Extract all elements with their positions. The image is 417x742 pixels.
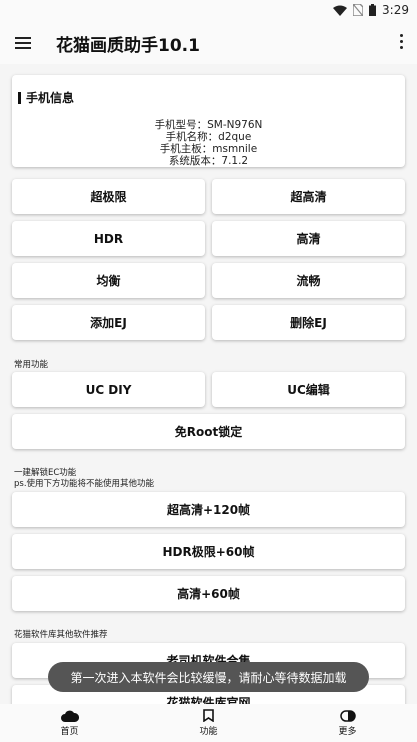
system-version: 系统版本：7.1.2 <box>168 155 249 167</box>
delete-ej-button[interactable]: 删除EJ <box>212 305 405 340</box>
hdr-button[interactable]: HDR <box>12 221 205 256</box>
ultra-extreme-button[interactable]: 超极限 <box>12 179 205 214</box>
no-sim-icon <box>353 4 364 16</box>
main-content[interactable]: 手机信息 手机型号：SM-N976N 手机名称：d2que 手机主板：msmni… <box>0 64 417 704</box>
ec-label-line2: ps.使用下方功能将不能使用其他功能 <box>14 479 155 489</box>
toast-message: 第一次进入本软件会比较缓慢，请耐心等待数据加载 <box>48 662 369 692</box>
hdr-extreme-60fps-button[interactable]: HDR极限+60帧 <box>12 534 405 569</box>
phone-info-card: 手机信息 手机型号：SM-N976N 手机名称：d2que 手机主板：msmni… <box>12 75 405 167</box>
status-icons: 3:29 <box>333 3 409 17</box>
phone-info-details: 手机型号：SM-N976N 手机名称：d2que 手机主板：msmnile 系统… <box>12 119 405 167</box>
nav-home[interactable]: 首页 <box>0 704 139 742</box>
phone-board: 手机主板：msmnile <box>159 143 258 155</box>
nav-functions[interactable]: 功能 <box>139 704 278 742</box>
hd-60fps-button[interactable]: 高清+60帧 <box>12 576 405 611</box>
clock: 3:29 <box>382 3 409 17</box>
cloud-icon <box>60 710 79 722</box>
overflow-menu-icon[interactable] <box>400 34 403 49</box>
contrast-icon <box>339 709 356 722</box>
bookmark-icon <box>203 709 214 722</box>
ultra-hd-120fps-button[interactable]: 超高清+120帧 <box>12 492 405 527</box>
status-bar: 3:29 <box>0 0 417 22</box>
bottom-navigation: 首页 功能 更多 <box>0 704 417 742</box>
nav-home-label: 首页 <box>60 726 79 737</box>
recommend-section-label: 花猫软件库其他软件推荐 <box>14 630 108 640</box>
nav-more[interactable]: 更多 <box>278 704 417 742</box>
balanced-button[interactable]: 均衡 <box>12 263 205 298</box>
hd-button[interactable]: 高清 <box>212 221 405 256</box>
ultra-hd-button[interactable]: 超高清 <box>212 179 405 214</box>
nav-more-label: 更多 <box>338 726 357 737</box>
ec-label-line1: 一建解锁EC功能 <box>14 468 77 478</box>
add-ej-button[interactable]: 添加EJ <box>12 305 205 340</box>
phone-info-title: 手机信息 <box>18 89 74 106</box>
phone-name: 手机名称：d2que <box>165 131 252 143</box>
noroot-lock-button[interactable]: 免Root锁定 <box>12 414 405 449</box>
app-bar: 花猫画质助手10.1 <box>0 22 417 64</box>
ec-section-label: 一建解锁EC功能 ps.使用下方功能将不能使用其他功能 <box>14 468 154 490</box>
nav-functions-label: 功能 <box>199 727 218 737</box>
menu-icon[interactable] <box>15 37 31 49</box>
phone-model: 手机型号：SM-N976N <box>154 119 263 131</box>
app-title: 花猫画质助手10.1 <box>56 35 200 56</box>
smooth-button[interactable]: 流畅 <box>212 263 405 298</box>
common-section-label: 常用功能 <box>14 360 49 370</box>
uc-edit-button[interactable]: UC编辑 <box>212 372 405 407</box>
battery-icon <box>369 4 377 16</box>
wifi-icon <box>333 5 348 16</box>
uc-diy-button[interactable]: UC DIY <box>12 372 205 407</box>
